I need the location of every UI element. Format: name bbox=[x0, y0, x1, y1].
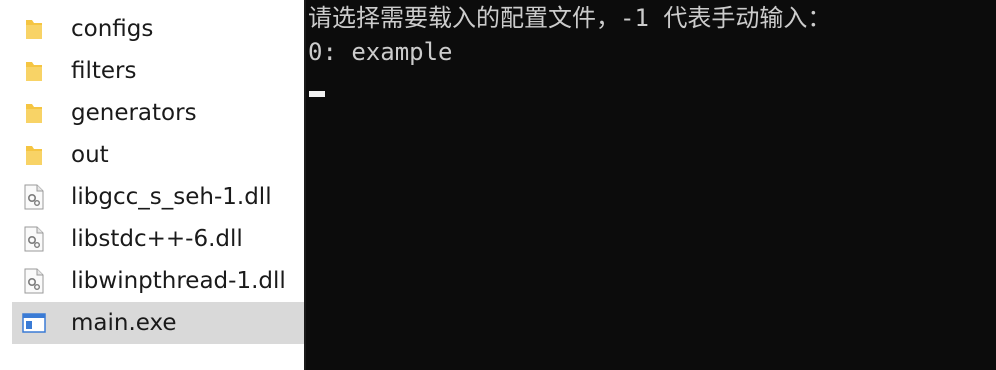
console-window[interactable]: 请选择需要载入的配置文件，-1 代表手动输入： 0: example bbox=[304, 0, 996, 370]
file-item-libwinpthread[interactable]: libwinpthread-1.dll bbox=[12, 260, 304, 302]
folder-icon bbox=[22, 141, 46, 169]
exe-file-icon bbox=[22, 309, 46, 337]
console-option-line: 0: example bbox=[308, 38, 453, 66]
file-item-label: libstdc++-6.dll bbox=[71, 226, 243, 252]
file-item-label: main.exe bbox=[71, 310, 177, 336]
folder-icon bbox=[22, 15, 46, 43]
file-item-libgcc[interactable]: libgcc_s_seh-1.dll bbox=[12, 176, 304, 218]
folder-icon bbox=[22, 57, 46, 85]
file-item-filters[interactable]: filters bbox=[12, 50, 304, 92]
file-item-label: out bbox=[71, 142, 109, 168]
file-item-label: libwinpthread-1.dll bbox=[71, 268, 286, 294]
file-item-label: filters bbox=[71, 58, 137, 84]
dll-file-icon bbox=[22, 225, 46, 253]
file-item-label: configs bbox=[71, 16, 154, 42]
dll-file-icon bbox=[22, 183, 46, 211]
console-cursor bbox=[309, 91, 325, 97]
file-item-configs[interactable]: configs bbox=[12, 8, 304, 50]
file-item-label: generators bbox=[71, 100, 197, 126]
file-item-generators[interactable]: generators bbox=[12, 92, 304, 134]
console-prompt-line: 请选择需要载入的配置文件，-1 代表手动输入： bbox=[308, 4, 832, 32]
file-item-main-exe[interactable]: main.exe bbox=[12, 302, 304, 344]
file-explorer-pane: configs filters generators out libgcc_s_… bbox=[0, 0, 304, 370]
dll-file-icon bbox=[22, 267, 46, 295]
file-item-label: libgcc_s_seh-1.dll bbox=[71, 184, 272, 210]
file-item-out[interactable]: out bbox=[12, 134, 304, 176]
file-item-libstdc[interactable]: libstdc++-6.dll bbox=[12, 218, 304, 260]
folder-icon bbox=[22, 99, 46, 127]
